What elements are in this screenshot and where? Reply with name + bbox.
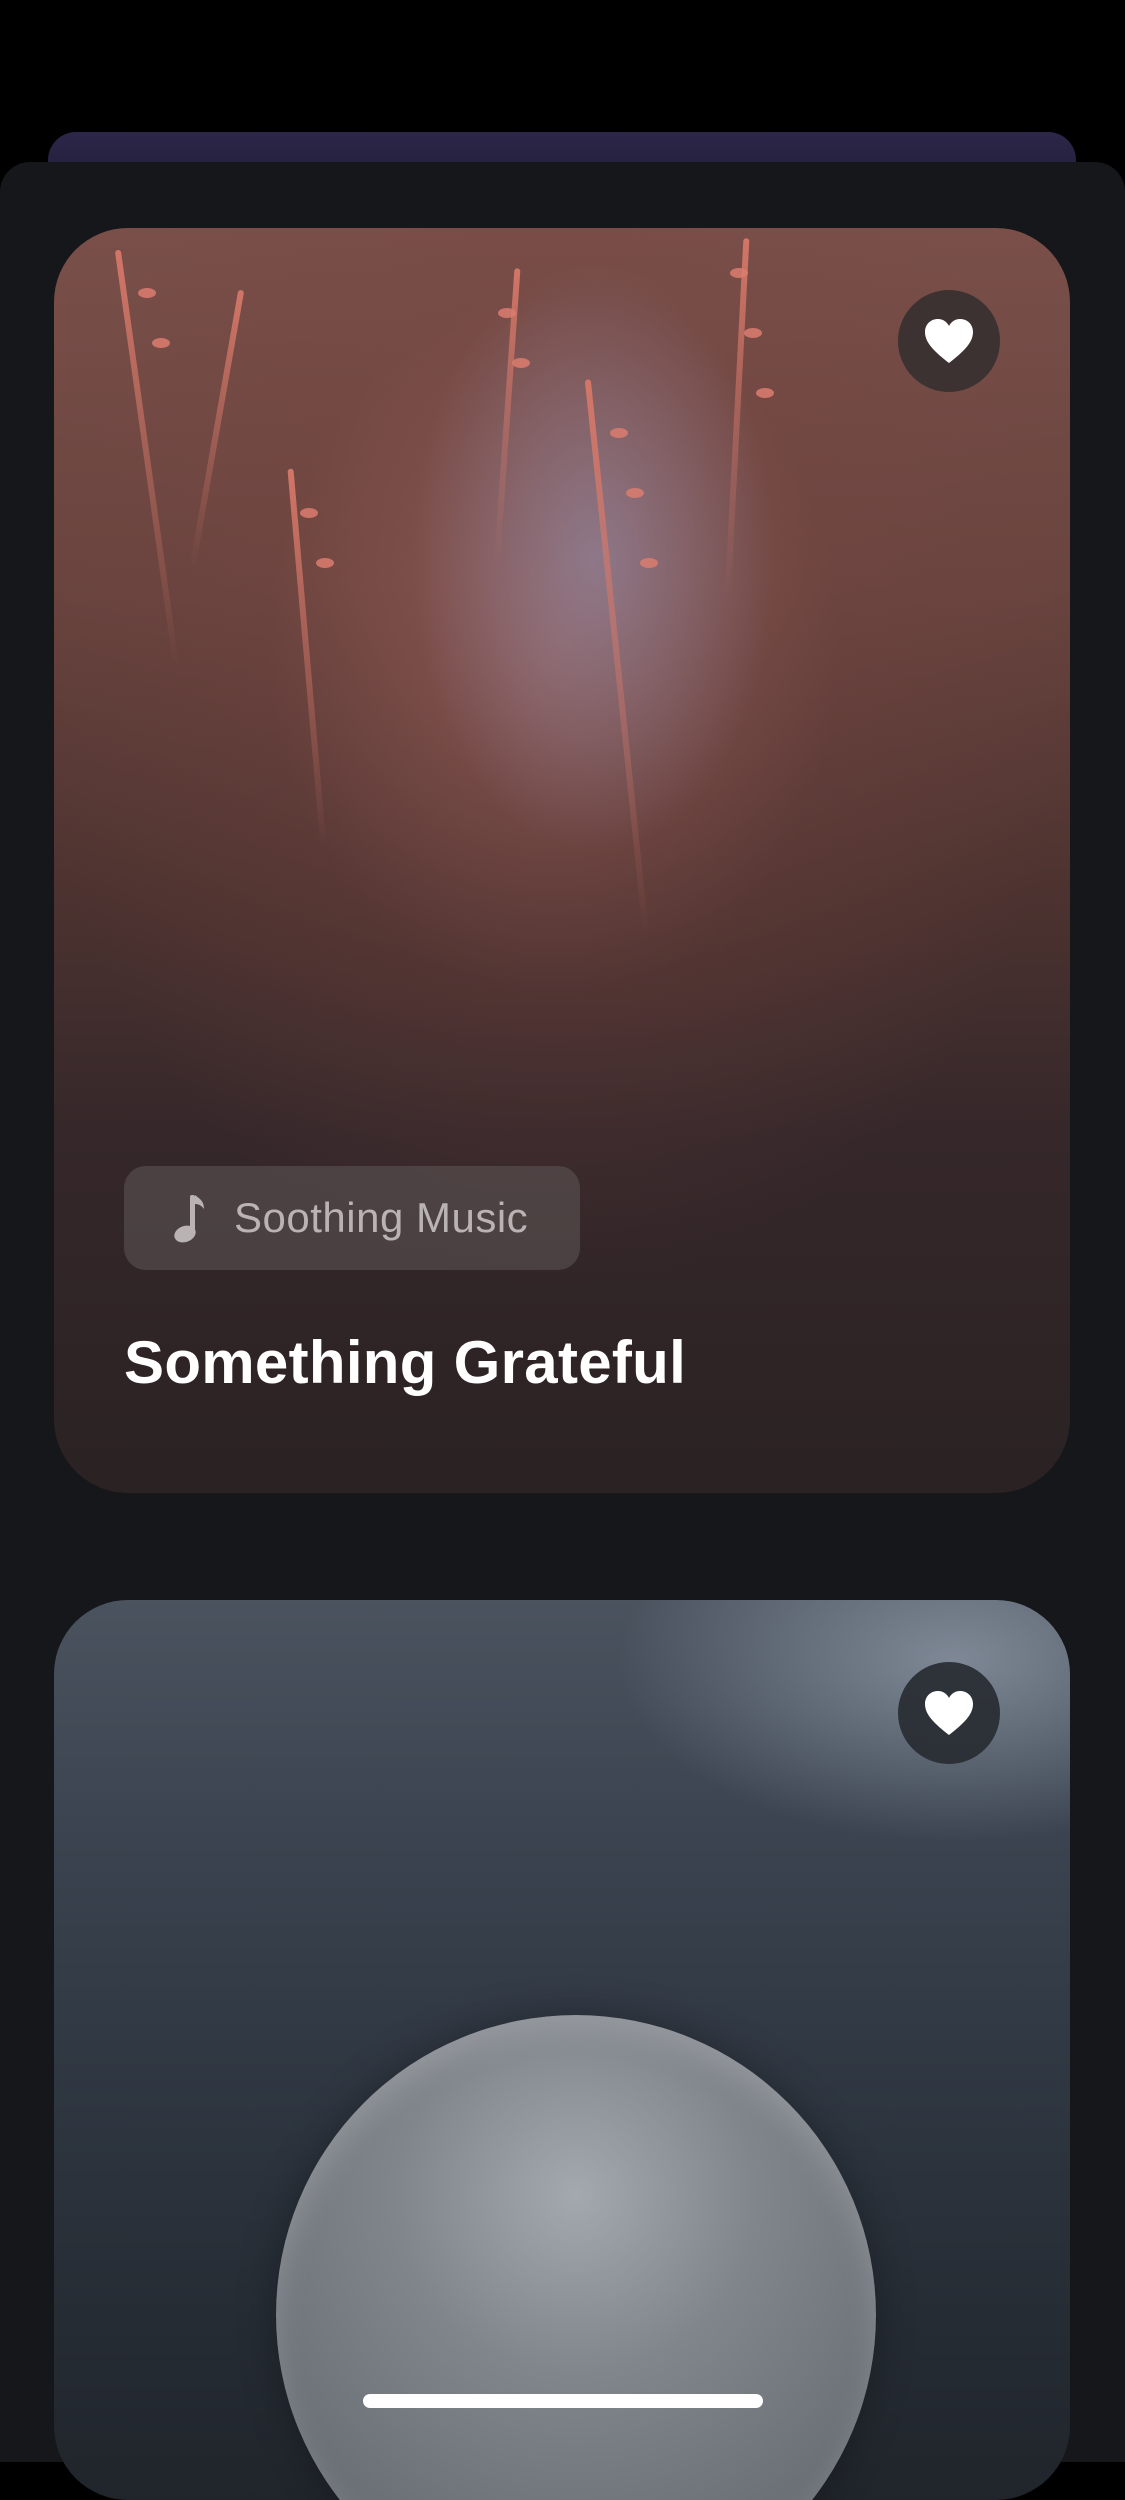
track-card-orb[interactable] [54,1600,1070,2500]
heart-icon [925,319,973,363]
card-artwork-frozen-orb [276,2015,876,2500]
track-card-something-grateful[interactable]: Soothing Music Something Grateful [54,228,1070,1493]
music-note-icon [166,1188,210,1248]
heart-icon [925,1691,973,1735]
category-chip: Soothing Music [124,1166,580,1270]
favorite-button[interactable] [898,1662,1000,1764]
status-bar-area [0,0,1125,130]
favorite-button[interactable] [898,290,1000,392]
card-title: Something Grateful [124,1329,687,1396]
category-label: Soothing Music [234,1194,529,1241]
home-indicator[interactable] [363,2394,763,2408]
